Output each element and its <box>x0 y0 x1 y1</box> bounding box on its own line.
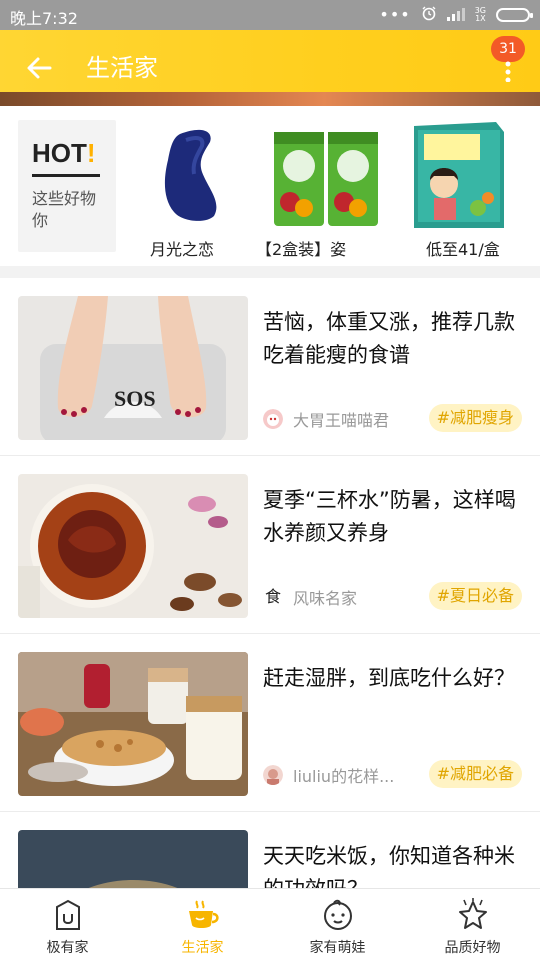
author-avatar <box>263 765 283 785</box>
network-type: 3G 1X <box>474 6 486 23</box>
thumb-text: SOS <box>114 386 156 411</box>
article-author: 风味名家 <box>293 589 358 608</box>
article-thumbnail: SOS <box>18 296 248 440</box>
article-card[interactable]: SOS 苦恼，体重又涨，推荐几款吃着能瘦的食谱 大胃王喵喵君 #减肥瘦身 <box>0 278 540 456</box>
star-icon <box>458 898 487 929</box>
enzyme-box-product-image <box>414 122 504 228</box>
nav-item-jiayoumengwa[interactable]: 家有萌娃 <box>270 889 405 960</box>
more-dots-icon: ••• <box>379 5 411 24</box>
hot-products-row: HOT! 这些好物你 月光之恋 【2盒装】姿 低至41/盒 <box>0 106 540 266</box>
hot-title: HOT! <box>32 138 96 168</box>
article-card[interactable]: 赶走湿胖，到底吃什么好？ liuliu的花样... #减肥必备 <box>0 634 540 812</box>
banner-image-strip <box>0 92 540 106</box>
pillow-product-image <box>164 129 217 221</box>
hot-item[interactable]: 【2盒装】姿 <box>256 120 380 260</box>
nav-label: 极有家 <box>46 940 89 956</box>
more-menu-button[interactable] <box>504 60 512 83</box>
hot-item[interactable]: 低至41/盒 <box>396 120 506 260</box>
author-avatar: 食 <box>264 587 281 606</box>
status-icons: ••• 3G 1X <box>379 4 533 26</box>
article-thumbnail <box>18 652 248 796</box>
signal-icon <box>446 6 465 25</box>
nav-label: 生活家 <box>181 940 224 956</box>
article-tag[interactable]: #减肥瘦身 <box>428 404 522 432</box>
arrow-left-icon <box>27 57 52 79</box>
author-avatar <box>263 409 283 429</box>
article-card[interactable]: 天天吃米饭，你知道各种米的功效吗？ <box>0 812 540 888</box>
tea-cup-image <box>18 474 248 618</box>
hot-card[interactable]: HOT! 这些好物你 <box>18 120 116 252</box>
article-tag[interactable]: #夏日必备 <box>428 582 522 610</box>
hot-item[interactable]: 月光之恋 <box>142 120 252 260</box>
nav-label: 家有萌娃 <box>309 940 366 956</box>
article-meta: liuliu的花样... <box>263 762 394 788</box>
hot-subtitle: 这些好物你 <box>32 189 97 230</box>
cereal-yogurt-image <box>18 652 248 796</box>
tea-box-product-image <box>274 132 378 226</box>
nav-item-pinzhihaowu[interactable]: 品质好物 <box>405 889 540 960</box>
hot-item-label: 【2盒装】姿 <box>256 240 347 259</box>
article-author: 大胃王喵喵君 <box>293 411 390 430</box>
rice-image <box>18 830 248 888</box>
hot-item-label: 低至41/盒 <box>426 240 500 259</box>
article-author: liuliu的花样... <box>293 767 395 786</box>
nav-label: 品质好物 <box>444 940 501 956</box>
section-divider <box>0 266 540 278</box>
page-title: 生活家 <box>86 54 158 82</box>
article-title: 天天吃米饭，你知道各种米的功效吗？ <box>263 844 515 888</box>
article-meta: 食 风味名家 <box>263 584 357 610</box>
article-title: 夏季“三杯水”防暑，这样喝水养颜又养身 <box>263 488 516 545</box>
bottom-nav: 极有家 生活家 家有萌娃 品质好物 <box>0 888 540 960</box>
status-time: 晚上7:32 <box>10 9 78 28</box>
battery-icon <box>496 8 533 22</box>
article-meta: 大胃王喵喵君 <box>263 406 389 432</box>
article-tag[interactable]: #减肥必备 <box>428 760 522 788</box>
article-thumbnail <box>18 474 248 618</box>
article-card[interactable]: 夏季“三杯水”防暑，这样喝水养颜又养身 食 风味名家 #夏日必备 <box>0 456 540 634</box>
baby-face-icon <box>323 899 352 930</box>
alarm-icon <box>421 5 437 25</box>
status-bar: 晚上7:32 ••• 3G 1X <box>0 0 540 30</box>
back-button[interactable] <box>22 50 58 86</box>
nav-item-jiyoujia[interactable]: 极有家 <box>0 889 135 960</box>
hot-underline <box>32 174 100 177</box>
nav-item-shenghuojia[interactable]: 生活家 <box>135 889 270 960</box>
scale-feet-image: SOS <box>18 296 248 440</box>
home-bag-icon <box>55 899 80 930</box>
notification-badge[interactable]: 31 <box>491 36 525 62</box>
vertical-dots-icon <box>505 61 511 83</box>
article-title: 赶走湿胖，到底吃什么好？ <box>263 666 515 690</box>
article-title: 苦恼，体重又涨，推荐几款吃着能瘦的食谱 <box>263 310 515 367</box>
article-thumbnail <box>18 830 248 888</box>
coffee-cup-icon <box>188 900 219 928</box>
